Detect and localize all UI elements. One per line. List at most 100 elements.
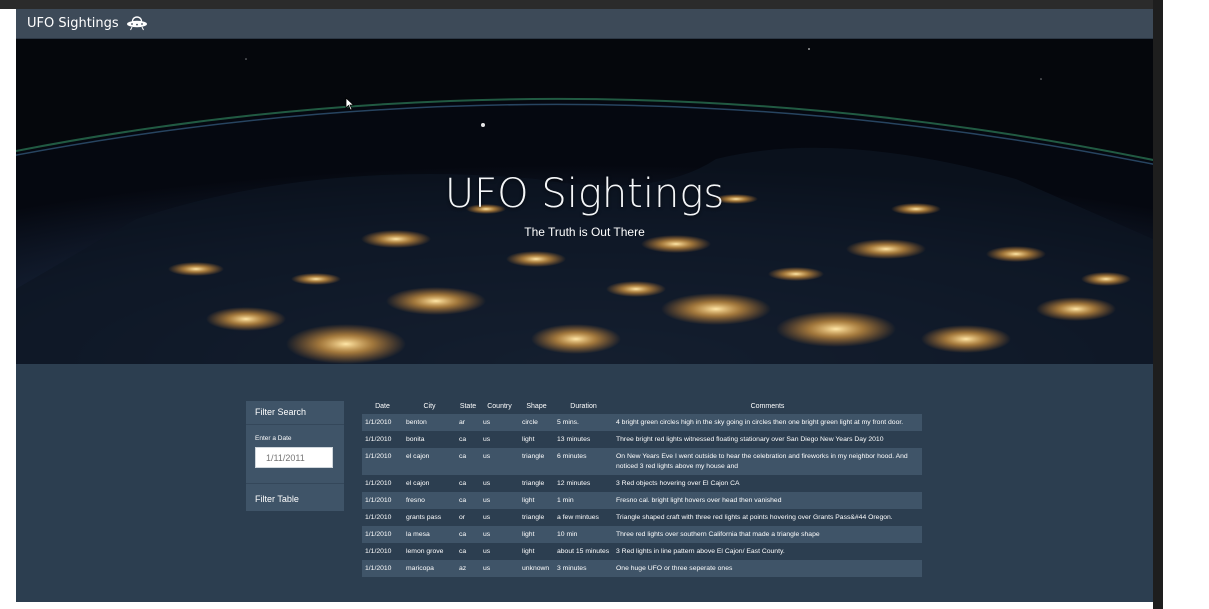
table-cell: 1/1/2010	[365, 480, 392, 487]
table-cell: 4 bright green circles high in the sky g…	[616, 419, 904, 426]
window-edge	[1153, 0, 1163, 609]
table-cell: light	[522, 548, 535, 555]
divider	[246, 483, 344, 484]
mouse-cursor-icon	[345, 97, 355, 111]
table-cell: 1/1/2010	[365, 453, 392, 460]
table-cell: fresno	[406, 497, 425, 504]
table-row: 1/1/2010 la mesa ca us light 10 min Three red …	[362, 526, 922, 543]
table-row: 1/1/2010 lemon grove ca us light about 15 min…	[362, 543, 922, 560]
column-header[interactable]: Country	[480, 399, 519, 414]
table-row: 1/1/2010 el cajon ca us triangle 6 minutes On …	[362, 448, 922, 475]
table-cell: 1/1/2010	[365, 565, 392, 572]
table-cell: ca	[459, 531, 467, 538]
table-cell: light	[522, 497, 535, 504]
table-cell: On New Years Eve I went outside to hear …	[616, 453, 908, 470]
date-input[interactable]	[255, 447, 333, 468]
table-cell: maricopa	[406, 565, 434, 572]
table-cell: ca	[459, 497, 467, 504]
table-cell: ca	[459, 548, 467, 555]
table-cell: 5 mins.	[557, 419, 579, 426]
table-cell: triangle	[522, 453, 545, 460]
table-cell: light	[522, 531, 535, 538]
table-cell: 1/1/2010	[365, 531, 392, 538]
column-header[interactable]: State	[456, 399, 480, 414]
table-cell: us	[483, 419, 491, 426]
table-cell: 1 min	[557, 497, 574, 504]
table-cell: ar	[459, 419, 466, 426]
table-cell: us	[483, 514, 491, 521]
hero-banner: UFO Sightings The Truth is Out There	[16, 39, 1153, 364]
ufo-table: Date City State Country Shape Duration C…	[362, 399, 922, 577]
table-cell: 1/1/2010	[365, 548, 392, 555]
table-cell: bonita	[406, 436, 425, 443]
table-cell: el cajon	[406, 453, 430, 460]
table-cell: triangle	[522, 514, 545, 521]
table-cell: 1/1/2010	[365, 497, 392, 504]
table-cell: 10 min	[557, 531, 578, 538]
window-right-margin	[1153, 0, 1209, 609]
table-cell: el cajon	[406, 480, 430, 487]
navbar: UFO Sightings	[16, 9, 1153, 39]
table-cell: us	[483, 497, 491, 504]
filter-panel-title: Filter Search	[255, 407, 307, 417]
filter-table-button[interactable]: Filter Table	[255, 494, 299, 504]
table-cell: Three bright red lights witnessed floati…	[616, 436, 884, 443]
navbar-brand[interactable]: UFO Sightings	[27, 15, 148, 31]
column-header[interactable]: Comments	[613, 399, 922, 414]
main-content: Filter Search Enter a Date Filter Table …	[16, 364, 1153, 602]
table-cell: triangle	[522, 480, 545, 487]
table-cell: 12 minutes	[557, 480, 591, 487]
table-row: 1/1/2010 el cajon ca us triangle 12 minutes 3 …	[362, 475, 922, 492]
table-cell: us	[483, 531, 491, 538]
hero-subtitle: The Truth is Out There	[524, 225, 645, 239]
table-cell: la mesa	[406, 531, 430, 538]
table-cell: a few mintues	[557, 514, 599, 521]
table-cell: 6 minutes	[557, 453, 587, 460]
table-cell: us	[483, 436, 491, 443]
table-cell: az	[459, 565, 467, 572]
table-cell: circle	[522, 419, 538, 426]
table-cell: Triangle shaped craft with three red lig…	[616, 514, 893, 521]
table-cell: or	[459, 514, 466, 521]
hero-title: UFO Sightings	[444, 171, 725, 217]
table-cell: ca	[459, 480, 467, 487]
table-cell: grants pass	[406, 514, 442, 521]
table-cell: Three red lights over southern Californi…	[616, 531, 820, 538]
table-cell: 1/1/2010	[365, 419, 392, 426]
column-header[interactable]: Date	[362, 399, 403, 414]
column-header[interactable]: Shape	[519, 399, 554, 414]
table-cell: unknown	[522, 565, 550, 572]
browser-chrome-strip	[0, 0, 1209, 9]
table-row: 1/1/2010 benton ar us circle 5 mins. 4 bright …	[362, 414, 922, 431]
table-cell: 1/1/2010	[365, 436, 392, 443]
table-body: 1/1/2010 benton ar us circle 5 mins. 4 bright …	[362, 414, 922, 577]
date-label: Enter a Date	[255, 435, 292, 442]
table-cell: us	[483, 565, 491, 572]
divider	[246, 424, 344, 425]
column-header[interactable]: Duration	[554, 399, 613, 414]
table-cell: 3 Red lights in line pattern above El Ca…	[616, 548, 785, 555]
table-cell: benton	[406, 419, 427, 426]
table-cell: ca	[459, 453, 467, 460]
filter-panel: Filter Search Enter a Date Filter Table	[246, 401, 344, 511]
table-row: 1/1/2010 bonita ca us light 13 minutes Three b…	[362, 431, 922, 448]
table-cell: us	[483, 480, 491, 487]
table-row: 1/1/2010 grants pass or us triangle a few min…	[362, 509, 922, 526]
table-cell: about 15 minutes	[557, 548, 610, 555]
table-cell: 3 minutes	[557, 565, 587, 572]
table-cell: One huge UFO or three seperate ones	[616, 565, 733, 572]
table-cell: us	[483, 548, 491, 555]
table-cell: ca	[459, 436, 467, 443]
table-header-row: Date City State Country Shape Duration C…	[362, 399, 922, 414]
table-cell: Fresno cal. bright light hovers over hea…	[616, 497, 782, 504]
table-row: 1/1/2010 fresno ca us light 1 min Fresno cal. …	[362, 492, 922, 509]
table-cell: 13 minutes	[557, 436, 591, 443]
table-row: 1/1/2010 maricopa az us unknown 3 minutes One …	[362, 560, 922, 577]
brand-label: UFO Sightings	[27, 15, 119, 31]
table-cell: 1/1/2010	[365, 514, 392, 521]
table-cell: lemon grove	[406, 548, 444, 555]
ufo-icon	[126, 16, 147, 31]
table-cell: us	[483, 453, 491, 460]
column-header[interactable]: City	[403, 399, 456, 414]
table-cell: 3 Red objects hovering over El Cajon CA	[616, 480, 740, 487]
